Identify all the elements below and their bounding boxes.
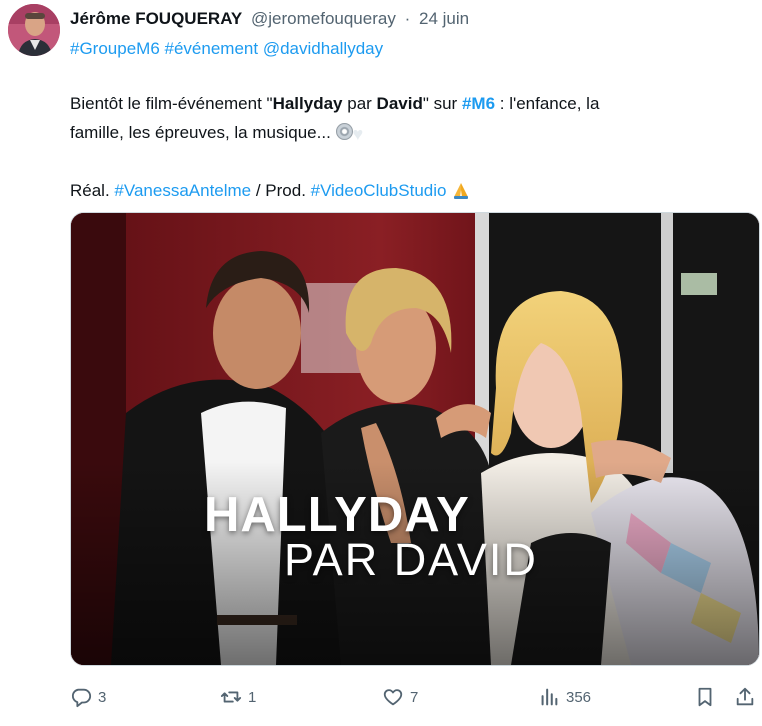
text-segment: par bbox=[342, 94, 377, 113]
views-chart-icon bbox=[541, 688, 558, 706]
text-segment: / Prod. bbox=[251, 181, 311, 200]
repost-count: 1 bbox=[248, 688, 257, 706]
author-handle[interactable]: @jeromefouqueray bbox=[251, 9, 396, 28]
header-separator: · bbox=[404, 9, 411, 28]
hashtag-evenement[interactable]: #événement bbox=[165, 39, 259, 58]
reply-button[interactable]: 3 bbox=[70, 683, 106, 711]
author-name[interactable]: Jérôme FOUQUERAY bbox=[70, 9, 242, 28]
avatar[interactable] bbox=[8, 4, 60, 56]
views-count: 356 bbox=[566, 688, 592, 706]
praying-hands-emoji-icon bbox=[451, 179, 471, 199]
disc-emoji-icon bbox=[335, 123, 353, 140]
share-icon bbox=[736, 687, 754, 706]
tweet-header: Jérôme FOUQUERAY @jeromefouqueray · 24 j… bbox=[70, 8, 469, 30]
tweet-text-line-1: Bientôt le film-événement "Hallyday par … bbox=[70, 89, 750, 118]
tweet-actions: 3 1 7 356 bbox=[70, 683, 760, 711]
text-segment: Bientôt le film-événement " bbox=[70, 94, 273, 113]
tweet[interactable]: Jérôme FOUQUERAY @jeromefouqueray · 24 j… bbox=[0, 0, 762, 726]
tweet-text-line-2: famille, les épreuves, la musique... ♥ bbox=[70, 118, 750, 147]
media-subtitle-text: PAR DAVID bbox=[284, 534, 538, 585]
tweet-text: Bientôt le film-événement "Hallyday par … bbox=[70, 89, 750, 205]
text-segment: Réal. bbox=[70, 181, 115, 200]
bookmark-icon bbox=[698, 687, 712, 707]
text-segment: famille, les épreuves, la musique... bbox=[70, 123, 331, 142]
like-button[interactable]: 7 bbox=[382, 683, 418, 711]
text-segment: : l'enfance, la bbox=[495, 94, 600, 113]
text-bold-david: David bbox=[376, 94, 423, 113]
hashtag-vanessaantelme[interactable]: #VanessaAntelme bbox=[114, 181, 251, 200]
repost-button[interactable]: 1 bbox=[220, 683, 256, 711]
heart-icon bbox=[383, 689, 403, 706]
hashtag-m6[interactable]: #M6 bbox=[462, 94, 495, 113]
bookmark-button[interactable] bbox=[694, 683, 716, 711]
hashtag-groupem6[interactable]: #GroupeM6 bbox=[70, 39, 160, 58]
tweet-media-image[interactable]: HALLYDAY PAR DAVID bbox=[70, 212, 760, 666]
reply-icon bbox=[71, 688, 92, 708]
white-heart-emoji-icon: ♥ bbox=[352, 124, 364, 144]
mention-davidhallyday[interactable]: @davidhallyday bbox=[263, 39, 383, 58]
repost-icon bbox=[220, 691, 242, 703]
tweet-date[interactable]: 24 juin bbox=[419, 9, 469, 28]
text-bold-hallyday: Hallyday bbox=[272, 94, 343, 113]
share-button[interactable] bbox=[734, 683, 756, 711]
text-segment: " sur bbox=[422, 94, 462, 113]
hashtag-videoclubstudio[interactable]: #VideoClubStudio bbox=[311, 181, 447, 200]
tweet-text-line-3: Réal. #VanessaAntelme / Prod. #VideoClub… bbox=[70, 176, 750, 205]
like-count: 7 bbox=[410, 688, 419, 706]
reply-count: 3 bbox=[98, 688, 107, 706]
hashtag-line: #GroupeM6 #événement @davidhallyday bbox=[70, 38, 383, 60]
views-button[interactable]: 356 bbox=[538, 683, 591, 711]
